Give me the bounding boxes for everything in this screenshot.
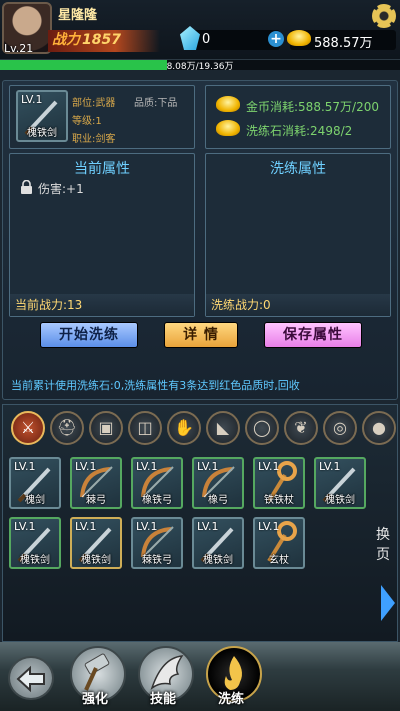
current-attribute-line: 伤害:+1 <box>38 182 84 196</box>
gold-ingot-icon <box>287 30 311 46</box>
exp-bar: 8.08万/19.36万 <box>0 59 400 72</box>
power-label: 战力 <box>52 32 80 48</box>
inventory-slot[interactable]: LV.1 棘铁弓 <box>131 517 183 569</box>
gem-value: 0 <box>202 32 211 47</box>
refine-panel: LV.1 槐铁剑 部位:武器 品质:下品 等级:1 职业:剑客 金币消耗:588… <box>2 80 398 400</box>
inventory-item-level: LV.1 <box>136 520 158 533</box>
inventory-item-level: LV.1 <box>75 520 97 533</box>
save-attributes-button[interactable]: 保存属性 <box>264 322 362 348</box>
current-attributes-title: 当前属性 <box>74 161 130 177</box>
ring-icon[interactable]: ◯ <box>245 411 279 445</box>
item-quality: 品质:下品 <box>134 98 178 109</box>
inventory-item-name: 铁铁杖 <box>264 495 294 506</box>
selected-item-level: LV.1 <box>21 93 43 106</box>
swap-page-label[interactable]: 换页 <box>373 525 393 565</box>
start-refine-button[interactable]: 开始洗练 <box>40 322 138 348</box>
item-info-panel: LV.1 槐铁剑 部位:武器 品质:下品 等级:1 职业:剑客 <box>9 85 195 149</box>
recycle-notice: 当前累计使用洗练石:0,洗练属性有3条达到红色品质时,回收 <box>11 379 300 392</box>
inventory-slot[interactable]: LV.1 棘弓 <box>70 457 122 509</box>
inventory-item-name: 橡弓 <box>208 495 228 506</box>
skill-label: 技能 <box>150 692 177 707</box>
item-part: 部位:武器 <box>72 98 116 109</box>
sword-icon[interactable]: ⚔ <box>11 411 45 445</box>
inventory-slot[interactable]: LV.1 槐铁剑 <box>70 517 122 569</box>
inventory-slot[interactable]: LV.1 玄杖 <box>253 517 305 569</box>
refine-attributes-title: 洗练属性 <box>270 161 326 177</box>
next-page-arrow-icon[interactable] <box>381 585 395 621</box>
inventory-item-level: LV.1 <box>197 520 219 533</box>
inventory-item-name: 橡铁弓 <box>142 495 172 506</box>
current-power: 当前战力:13 <box>10 294 194 316</box>
inventory-item-name: 槐铁剑 <box>20 555 50 566</box>
inventory-slot[interactable]: LV.1 橡弓 <box>192 457 244 509</box>
inventory-item-level: LV.1 <box>136 460 158 473</box>
gold-value: 588.57万 <box>314 36 373 51</box>
boot-icon[interactable]: ◣ <box>206 411 240 445</box>
player-level: Lv.21 <box>4 42 34 55</box>
cost-panel: 金币消耗:588.57万/200 洗练石消耗:2498/2 <box>205 85 391 149</box>
orb-icon[interactable]: ● <box>362 411 396 445</box>
bottom-nav: 强化 技能 洗练 <box>0 642 400 711</box>
inventory-slot[interactable]: LV.1 槐铁剑 <box>9 517 61 569</box>
power-value: 1857 <box>82 32 121 48</box>
inventory-slot[interactable]: LV.1 槐铁剑 <box>192 517 244 569</box>
armor-icon[interactable]: ▣ <box>89 411 123 445</box>
top-bar: Lv.21 星隆隆 战力 1857 0 + 588.57万 <box>0 0 400 60</box>
refine-label: 洗练 <box>218 692 245 707</box>
item-grade: 等级:1 <box>72 116 102 127</box>
refine-power: 洗练战力:0 <box>206 294 390 316</box>
inventory-slot[interactable]: LV.1 铁铁杖 <box>253 457 305 509</box>
inventory-item-level: LV.1 <box>258 460 280 473</box>
selected-item-name: 槐铁剑 <box>27 128 57 139</box>
inventory-slot[interactable]: LV.1 橡铁弓 <box>131 457 183 509</box>
back-arrow-icon <box>16 665 45 693</box>
selected-item-slot[interactable]: LV.1 槐铁剑 <box>16 90 68 142</box>
pants-icon[interactable]: ◫ <box>128 411 162 445</box>
inventory-item-level: LV.1 <box>319 460 341 473</box>
inventory-item-level: LV.1 <box>14 460 36 473</box>
inventory-item-level: LV.1 <box>197 460 219 473</box>
exp-text: 8.08万/19.36万 <box>166 62 234 72</box>
item-job: 职业:剑客 <box>72 134 116 145</box>
detail-button[interactable]: 详 情 <box>164 322 238 348</box>
inventory-panel: ⚔ ⛑ ▣ ◫ ✋ ◣ ◯ ❦ ◎ ● LV.1 槐剑 LV.1 棘弓 LV.1 橡铁弓 LV.1 橡弓 LV.1… <box>2 404 398 642</box>
inventory-item-name: 槐铁剑 <box>203 555 233 566</box>
inventory-slot[interactable]: LV.1 槐剑 <box>9 457 61 509</box>
inventory-item-name: 玄杖 <box>269 555 289 566</box>
gold-ingot-icon <box>216 96 240 112</box>
refine-attributes-panel: 洗练属性 洗练战力:0 <box>205 153 391 317</box>
inventory-item-name: 棘铁弓 <box>142 555 172 566</box>
stone-cost: 洗练石消耗:2498/2 <box>246 124 353 138</box>
bracelet-icon[interactable]: ◎ <box>323 411 357 445</box>
inventory-item-level: LV.1 <box>14 520 36 533</box>
lock-icon[interactable] <box>20 180 33 194</box>
inventory-item-name: 槐铁剑 <box>81 555 111 566</box>
back-button[interactable] <box>8 656 54 700</box>
add-gems-button[interactable]: + <box>268 31 284 47</box>
inventory-item-level: LV.1 <box>75 460 97 473</box>
refine-stone-icon <box>216 120 240 136</box>
strengthen-label: 强化 <box>82 692 109 707</box>
gear-icon[interactable] <box>372 4 396 28</box>
inventory-slot[interactable]: LV.1 槐铁剑 <box>314 457 366 509</box>
necklace-icon[interactable]: ❦ <box>284 411 318 445</box>
inventory-item-name: 槐剑 <box>25 495 45 506</box>
gold-cost: 金币消耗:588.57万/200 <box>246 100 379 114</box>
current-attributes-panel: 当前属性 伤害:+1 当前战力:13 <box>9 153 195 317</box>
inventory-item-level: LV.1 <box>258 520 280 533</box>
helmet-icon[interactable]: ⛑ <box>50 411 84 445</box>
inventory-item-name: 槐铁剑 <box>325 495 355 506</box>
glove-icon[interactable]: ✋ <box>167 411 201 445</box>
player-name: 星隆隆 <box>58 8 98 23</box>
inventory-item-name: 棘弓 <box>86 495 106 506</box>
